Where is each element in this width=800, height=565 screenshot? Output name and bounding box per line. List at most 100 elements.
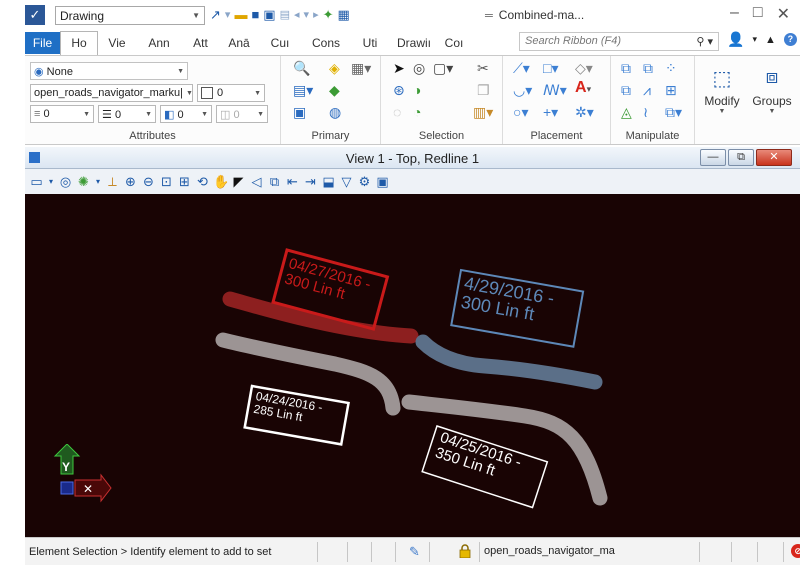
place-block-icon[interactable]: □▾ <box>543 60 558 76</box>
view-back-icon[interactable]: ⇤ <box>285 174 300 190</box>
cut-icon[interactable]: ✂ <box>477 60 489 76</box>
modify-button[interactable]: ⬚ Modify ▼ <box>701 66 743 115</box>
spin-icon[interactable]: ⧉▾ <box>665 104 682 120</box>
place-cell-icon[interactable]: ✲▾ <box>575 104 594 120</box>
workflow-select[interactable]: Drawing ▼ <box>55 6 205 25</box>
copy-view-icon[interactable]: ⧉ <box>267 174 282 190</box>
element-selection-icon[interactable]: ↗ <box>210 7 221 23</box>
tab-drawing[interactable]: Drawiı <box>389 32 439 54</box>
minimize-icon[interactable]: – <box>730 4 739 24</box>
tab-attach[interactable]: Att <box>182 32 219 54</box>
view-previous-icon[interactable]: ◤ <box>231 174 246 190</box>
models-icon[interactable]: ▤▾ <box>293 82 313 98</box>
attach-tools-icon[interactable]: ◈ <box>329 60 340 76</box>
rotate-view-icon[interactable]: ⟲ <box>195 174 210 190</box>
place-bspline-icon[interactable]: ꟿ▾ <box>543 82 567 98</box>
explorer-icon[interactable]: 🔍 <box>293 60 310 76</box>
paste-icon[interactable]: ▥▾ <box>473 104 493 120</box>
tab-utilities[interactable]: Uti <box>351 32 389 54</box>
display-style-icon[interactable]: ◎ <box>58 174 73 190</box>
line-weight-dropdown[interactable]: ☰ 0 ▼ <box>98 105 156 123</box>
element-info-icon[interactable]: ◍ <box>329 104 341 120</box>
color-dropdown[interactable]: 0 ▼ <box>197 84 265 102</box>
pen-icon[interactable]: ✎ <box>409 544 420 560</box>
chevron-down-icon[interactable]: ▾ <box>47 177 55 186</box>
place-point-icon[interactable]: +▾ <box>543 104 558 120</box>
chevron-down-icon[interactable]: ▾ <box>94 177 102 186</box>
window-area-icon[interactable]: ⊡ <box>159 174 174 190</box>
select-element-icon[interactable]: ➤ <box>393 60 405 76</box>
align-icon[interactable]: ◬ <box>621 104 632 120</box>
markup-stroke-red[interactable] <box>222 291 419 344</box>
view-close-button[interactable]: ✕ <box>756 149 792 166</box>
group-select-icon[interactable]: ◔ <box>413 104 421 120</box>
select-all-icon[interactable]: ⊛ <box>393 82 405 98</box>
scale-icon[interactable]: ⩘ <box>643 82 651 98</box>
power-selector-icon[interactable]: ◎ <box>413 60 425 76</box>
app-logo-icon[interactable]: ✓ <box>25 5 45 25</box>
tab-view[interactable]: Vie <box>98 32 136 54</box>
fence-icon[interactable]: ▢▾ <box>433 60 453 76</box>
invert-selection-icon[interactable]: ◑ <box>413 82 421 98</box>
view-next-icon[interactable]: ◁ <box>249 174 264 190</box>
rotate-icon[interactable]: ⧉ <box>621 82 631 98</box>
copy-icon[interactable]: ❐ <box>477 82 490 98</box>
properties-icon[interactable]: ▣ <box>293 104 306 120</box>
tab-curves[interactable]: Cuı <box>259 32 301 54</box>
stretch-icon[interactable]: ≀ <box>643 104 648 120</box>
tab-constraints[interactable]: Cons <box>301 32 351 54</box>
search-icon[interactable]: ⚲ ▾ <box>696 35 713 48</box>
zoom-in-icon[interactable]: ⊕ <box>123 174 138 190</box>
clear-selection-icon[interactable]: ◌ <box>393 104 401 120</box>
place-circle-icon[interactable]: ○▾ <box>513 104 528 120</box>
view-forward-icon[interactable]: ⇥ <box>303 174 318 190</box>
element-template-dropdown[interactable]: ◉ None ▼ <box>30 62 188 80</box>
save-icon[interactable]: ■ <box>251 7 259 23</box>
tab-home[interactable]: Ho <box>60 31 98 55</box>
view-window-header[interactable]: View 1 - Top, Redline 1 — ⧉ ✕ <box>25 147 800 169</box>
collapse-ribbon-icon[interactable]: ▲ <box>765 34 776 46</box>
level-manager-icon[interactable]: ▦▾ <box>351 60 371 76</box>
open-icon[interactable]: ▬ <box>234 7 247 23</box>
active-model[interactable]: open_roads_navigator_ma <box>484 545 615 557</box>
pin-icon[interactable]: ✦ <box>323 7 334 23</box>
tab-file[interactable]: File <box>25 32 60 54</box>
move-icon[interactable]: ⧉ <box>643 60 653 76</box>
pan-view-icon[interactable]: ✋ <box>213 174 229 190</box>
clip-mask-icon[interactable]: ▽ <box>339 174 354 190</box>
redo-icon[interactable]: ▸ <box>313 7 319 23</box>
chevron-down-icon[interactable]: ▾ <box>304 7 310 23</box>
fit-view-icon[interactable]: ⊞ <box>177 174 192 190</box>
groups-button[interactable]: ⧈ Groups ▼ <box>747 66 797 115</box>
view-restore-button[interactable]: ⧉ <box>728 149 754 166</box>
close-icon[interactable]: ✕ <box>777 4 790 24</box>
compress-icon[interactable]: ▤ <box>280 7 290 23</box>
chevron-down-icon[interactable]: ▾ <box>752 34 757 45</box>
drawing-canvas[interactable]: 04/27/2016 - 300 Lin ft 4/29/2016 - 300 … <box>25 194 800 537</box>
array-icon[interactable]: ⁘ <box>665 60 677 76</box>
stop-icon[interactable]: ⊘ <box>791 544 800 558</box>
undo-icon[interactable]: ◂ <box>294 7 300 23</box>
clip-volume-icon[interactable]: ⬓ <box>321 174 336 190</box>
save-settings-icon[interactable]: ▣ <box>263 7 275 23</box>
maximize-icon[interactable]: □ <box>753 4 763 24</box>
print-icon[interactable]: ▦ <box>338 7 350 23</box>
view-attributes-icon[interactable]: ▭ <box>29 174 44 190</box>
mirror-icon[interactable]: ⊞ <box>665 82 677 98</box>
view-minimize-button[interactable]: — <box>700 149 726 166</box>
place-smartline-icon[interactable]: ⟋▾ <box>513 60 530 76</box>
place-shape-icon[interactable]: ◇▾ <box>575 60 593 76</box>
place-text-icon[interactable]: A▾ <box>575 80 591 97</box>
search-ribbon-input[interactable]: Search Ribbon (F4) ⚲ ▾ <box>519 32 719 51</box>
lock-icon[interactable] <box>459 544 471 558</box>
user-icon[interactable]: 👤 <box>727 31 744 48</box>
view-tools-icon[interactable]: ⚙ <box>357 174 372 190</box>
customize-qat-icon[interactable]: ═ <box>485 10 493 22</box>
markup-stroke-blue[interactable] <box>415 334 603 390</box>
references-icon[interactable]: ◆ <box>329 82 340 98</box>
place-arc-icon[interactable]: ◡▾ <box>513 82 532 98</box>
zoom-out-icon[interactable]: ⊖ <box>141 174 156 190</box>
view-display-mode-icon[interactable]: ✺ <box>76 174 91 190</box>
transparency-dropdown[interactable]: ◧ 0 ▼ <box>160 105 212 123</box>
line-style-dropdown[interactable]: ≡ 0 ▼ <box>30 105 94 123</box>
